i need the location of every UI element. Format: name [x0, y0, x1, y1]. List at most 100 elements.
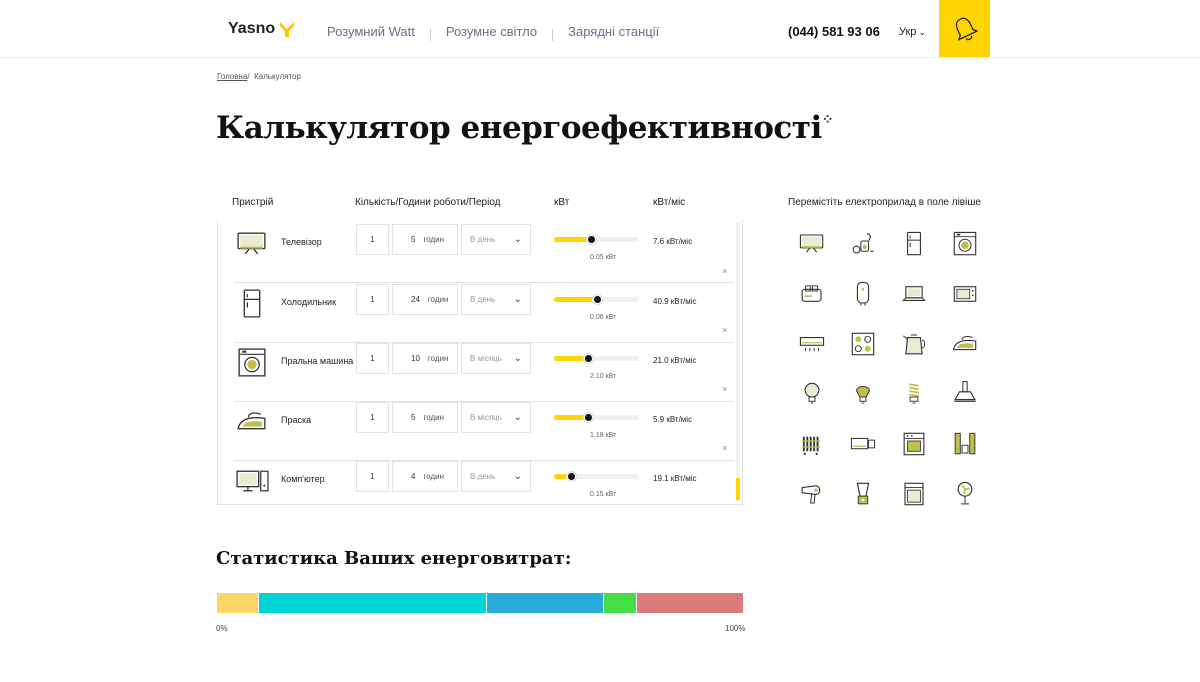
palette-item[interactable]	[848, 229, 878, 259]
quantity-input[interactable]: 1	[356, 402, 389, 433]
nav-smart-watt[interactable]: Розумний Watt	[327, 24, 415, 39]
bell-icon	[955, 17, 978, 41]
phone-number[interactable]: (044) 581 93 06	[788, 24, 880, 39]
palette-item[interactable]	[899, 429, 929, 459]
palette-item[interactable]	[848, 379, 878, 409]
period-value: В місяць	[470, 354, 502, 363]
hours-input[interactable]: 24 годин	[392, 284, 458, 315]
palette-item[interactable]	[797, 479, 827, 509]
palette-item[interactable]	[899, 229, 929, 259]
period-select[interactable]: В місяць ⌄	[461, 402, 531, 433]
period-select[interactable]: В день ⌄	[461, 224, 531, 255]
palette-item[interactable]	[950, 329, 980, 359]
palette-item[interactable]	[797, 379, 827, 409]
fridge-icon	[907, 231, 921, 256]
palette-item[interactable]	[848, 479, 878, 509]
laptop-icon	[902, 286, 926, 301]
bar-segment	[486, 593, 604, 613]
palette-item[interactable]	[797, 329, 827, 359]
palette-item[interactable]	[950, 229, 980, 259]
device-name: Праска	[281, 415, 312, 425]
list-scrollbar[interactable]	[736, 222, 740, 502]
monthly-consumption: 7.6 кВт/міс	[653, 237, 693, 246]
palette-item[interactable]	[950, 279, 980, 309]
close-icon[interactable]: ×	[722, 325, 727, 335]
hours-value: 10	[411, 354, 420, 363]
slider-fill	[554, 415, 588, 420]
device-list: Телевізор 1 5 годин В день ⌄ 0.05 кВт 7.6 кВт/м…	[217, 220, 743, 505]
quantity-input[interactable]: 1	[356, 224, 389, 255]
hours-unit: годин	[427, 354, 449, 363]
bar-max-label: 100%	[725, 624, 746, 633]
column-kw: кВт	[554, 197, 570, 208]
breadcrumb: Головна/ Калькулятор	[217, 72, 301, 81]
palette-item[interactable]	[899, 479, 929, 509]
palette-item[interactable]	[797, 429, 827, 459]
power-slider[interactable]	[554, 472, 639, 481]
period-select[interactable]: В день ⌄	[461, 461, 531, 492]
close-icon[interactable]: ×	[722, 384, 727, 394]
scrollbar-thumb[interactable]	[736, 478, 740, 500]
logo-text: Yasno	[228, 20, 276, 37]
slider-fill	[554, 297, 597, 302]
power-kw: 0.05 кВт	[590, 254, 617, 261]
language-selector[interactable]: Укр ⌄	[899, 26, 926, 38]
palette-item[interactable]	[899, 329, 929, 359]
yasno-logo[interactable]: Yasno	[228, 20, 296, 38]
quantity-input[interactable]: 1	[356, 284, 389, 315]
nav-charging-stations[interactable]: Зарядні станції	[568, 24, 659, 39]
hours-input[interactable]: 5 годин	[392, 224, 458, 255]
computer-icon	[236, 470, 269, 492]
palette-item[interactable]	[950, 429, 980, 459]
palette-item[interactable]	[848, 329, 878, 359]
power-slider[interactable]	[554, 413, 639, 422]
device-name: Комп'ютер	[281, 474, 325, 484]
stats-title: Статистика Ваших енерговитрат:	[216, 548, 572, 569]
quantity-input[interactable]: 1	[356, 461, 389, 492]
consumption-bar	[217, 593, 743, 613]
hours-unit: годин	[423, 235, 445, 244]
period-select[interactable]: В день ⌄	[461, 284, 531, 315]
slider-handle[interactable]	[567, 472, 576, 481]
quantity-input[interactable]: 1	[356, 343, 389, 374]
split-ac-icon	[850, 437, 876, 450]
power-slider[interactable]	[554, 235, 639, 244]
power-slider[interactable]	[554, 295, 639, 304]
period-select[interactable]: В місяць ⌄	[461, 343, 531, 374]
period-value: В день	[470, 235, 496, 244]
dishwasher-icon	[904, 482, 924, 506]
bar-min-label: 0%	[216, 624, 228, 633]
close-icon[interactable]: ×	[722, 266, 727, 276]
palette-item[interactable]	[797, 229, 827, 259]
nav-smart-light[interactable]: Розумне світло	[446, 24, 537, 39]
page-title: Калькулятор енергоефективності⁘	[216, 110, 834, 146]
slider-handle[interactable]	[584, 413, 593, 422]
slider-handle[interactable]	[586, 235, 596, 244]
slider-handle[interactable]	[584, 354, 593, 363]
device-icon	[234, 345, 270, 381]
palette-item[interactable]	[950, 379, 980, 409]
device-icon	[234, 286, 270, 322]
device-row: × Праска 1 5 годин В місяць ⌄ 1.18 кВт 5.9 кВт/м…	[234, 384, 734, 461]
breadcrumb-home[interactable]: Головна	[217, 72, 247, 81]
bell-button[interactable]	[939, 0, 990, 57]
hours-unit: годин	[423, 413, 445, 422]
power-slider[interactable]	[554, 354, 639, 363]
palette-item[interactable]	[797, 279, 827, 309]
palette-item[interactable]	[899, 379, 929, 409]
fan-icon	[957, 481, 973, 505]
palette-item[interactable]	[899, 279, 929, 309]
hours-input[interactable]: 10 годин	[392, 343, 458, 374]
palette-item[interactable]	[848, 429, 878, 459]
air-conditioner-icon	[799, 337, 825, 352]
device-name: Холодильник	[281, 297, 337, 307]
hours-input[interactable]: 5 годин	[392, 402, 458, 433]
slider-handle[interactable]	[592, 295, 602, 304]
column-device: Пристрій	[232, 197, 274, 208]
palette-item[interactable]	[950, 479, 980, 509]
hours-input[interactable]: 4 годин	[392, 461, 458, 492]
washing-machine-icon	[238, 348, 266, 377]
close-icon[interactable]: ×	[722, 443, 727, 453]
palette-item[interactable]	[848, 279, 878, 309]
monthly-consumption: 5.9 кВт/міс	[653, 415, 693, 424]
